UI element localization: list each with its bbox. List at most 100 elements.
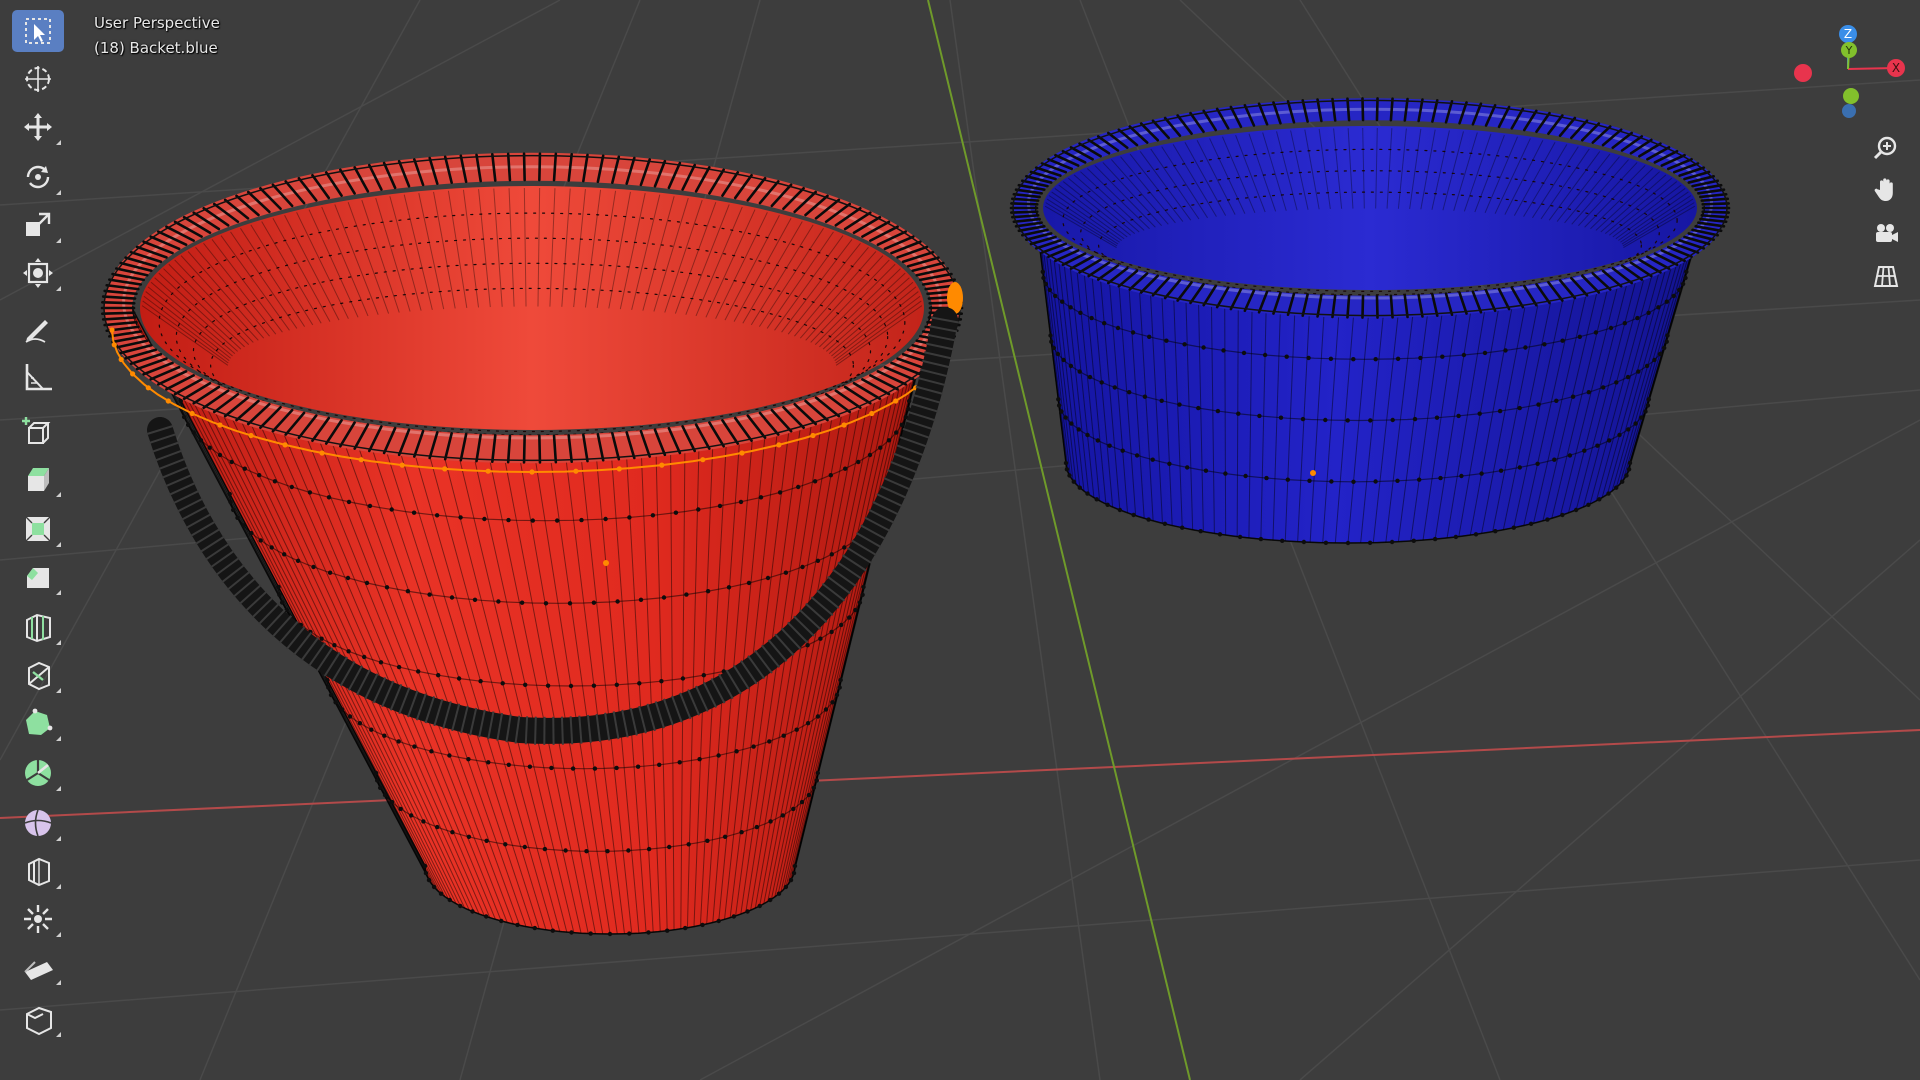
vertex-dot bbox=[1614, 485, 1619, 490]
measure-tool-button[interactable] bbox=[12, 356, 64, 398]
vertex-dot bbox=[347, 714, 353, 719]
select-box-tool-button[interactable] bbox=[12, 10, 64, 52]
vertex-dot bbox=[1087, 374, 1093, 380]
vertex-dot bbox=[1652, 357, 1657, 363]
vertex-dot bbox=[726, 585, 732, 590]
navigation-gizmo[interactable]: Z X Y bbox=[1776, 16, 1906, 126]
view-name: User Perspective bbox=[94, 14, 220, 32]
vertex-dot bbox=[1345, 540, 1351, 546]
z-axis-label: Z bbox=[1844, 27, 1852, 41]
scene-canvas[interactable] bbox=[0, 0, 1920, 1080]
camera-view-button[interactable] bbox=[1866, 213, 1906, 253]
poly-build-tool-button[interactable] bbox=[12, 702, 64, 744]
3d-viewport[interactable]: User Perspective (18) Backet.blue Z X Y bbox=[0, 0, 1920, 1080]
vertex-dot bbox=[635, 764, 641, 769]
blue-bucket-mesh[interactable] bbox=[1009, 97, 1731, 546]
handle-segment bbox=[524, 716, 529, 745]
ortho-toggle-button[interactable] bbox=[1866, 256, 1906, 296]
vertex-dot bbox=[839, 622, 844, 628]
vertex-dot bbox=[1438, 475, 1443, 481]
cursor-tool-button[interactable] bbox=[12, 58, 64, 100]
vertex-dot bbox=[607, 931, 613, 937]
vertex-dot bbox=[1528, 521, 1534, 526]
vertex-dot bbox=[550, 928, 555, 933]
vertex-dot bbox=[856, 459, 861, 465]
vertex-dot bbox=[282, 552, 287, 557]
vertex-dot bbox=[1182, 342, 1187, 347]
vertex-dot bbox=[1614, 380, 1619, 385]
selected-vertex bbox=[485, 468, 491, 474]
vertex-dot bbox=[857, 600, 863, 605]
vertex-dot bbox=[1280, 538, 1285, 543]
vertex-dot bbox=[1636, 369, 1641, 374]
scale-tool-button[interactable] bbox=[12, 204, 64, 246]
vertex-dot bbox=[449, 595, 455, 600]
selected-vertex bbox=[319, 450, 325, 456]
extrude-region-tool-button[interactable] bbox=[12, 458, 64, 500]
vertex-dot bbox=[1041, 275, 1046, 281]
vertex-dot bbox=[276, 584, 281, 590]
vertex-dot bbox=[899, 422, 905, 427]
rim-segment-edge bbox=[538, 434, 542, 464]
bevel-tool-button[interactable] bbox=[12, 556, 64, 598]
smooth-tool-button[interactable] bbox=[12, 802, 64, 844]
vertex-dot bbox=[503, 842, 508, 847]
rim-segment-edge bbox=[100, 311, 136, 316]
vertex-dot bbox=[1418, 355, 1423, 361]
spin-tool-button[interactable] bbox=[12, 752, 64, 794]
vertex-dot bbox=[1162, 521, 1168, 526]
vertex-dot bbox=[860, 592, 865, 597]
edge-slide-tool-button[interactable] bbox=[12, 850, 64, 892]
tool-variants-indicator bbox=[56, 688, 61, 693]
rotate-tool-button[interactable] bbox=[12, 156, 64, 198]
vertex-dot bbox=[543, 601, 549, 606]
annotate-tool-button[interactable] bbox=[12, 308, 64, 350]
vertex-dot bbox=[549, 765, 554, 771]
vertex-dot bbox=[1323, 417, 1328, 423]
red-bucket-mesh[interactable] bbox=[100, 152, 964, 937]
rip-region-tool-button[interactable] bbox=[12, 998, 64, 1040]
vertex-dot bbox=[530, 518, 535, 523]
vertex-dot bbox=[1656, 305, 1661, 310]
vertex-dot bbox=[332, 643, 337, 648]
vertex-dot bbox=[412, 744, 417, 749]
tool-variants-indicator bbox=[56, 238, 61, 243]
knife-tool-button[interactable] bbox=[12, 654, 64, 696]
vertex-dot bbox=[1134, 453, 1140, 458]
loop-cut-tool-button[interactable] bbox=[12, 606, 64, 648]
vertex-dot bbox=[800, 564, 805, 570]
vertex-dot bbox=[506, 517, 511, 523]
vertex-dot bbox=[496, 599, 501, 604]
scale-icon bbox=[26, 212, 51, 236]
vertex-dot bbox=[277, 592, 282, 597]
pan-hand-icon bbox=[1874, 178, 1893, 201]
zoom-button[interactable] bbox=[1866, 128, 1906, 168]
vertex-dot bbox=[1417, 477, 1422, 482]
tool-variants-indicator bbox=[56, 1032, 61, 1037]
pan-button[interactable] bbox=[1866, 170, 1906, 210]
vertex-dot bbox=[242, 466, 247, 471]
vertex-dot bbox=[842, 545, 847, 550]
inset-faces-tool-button[interactable] bbox=[12, 508, 64, 550]
vertex-dot bbox=[1434, 415, 1440, 420]
move-tool-button[interactable] bbox=[12, 106, 64, 148]
vertex-dot bbox=[191, 430, 196, 435]
vertex-dot bbox=[447, 753, 452, 758]
vertex-dot bbox=[705, 838, 710, 843]
x-axis-line bbox=[0, 729, 1920, 819]
shear-tool-button[interactable] bbox=[12, 946, 64, 988]
vertex-dot bbox=[667, 844, 672, 850]
vertex-dot bbox=[765, 575, 771, 581]
selected-vertex bbox=[573, 468, 579, 474]
shrink-fatten-tool-button[interactable] bbox=[12, 898, 64, 940]
transform-tool-button[interactable] bbox=[12, 252, 64, 294]
vertex-dot bbox=[1215, 408, 1221, 414]
vertex-dot bbox=[1241, 350, 1247, 356]
vertex-dot bbox=[382, 792, 388, 798]
vertex-dot bbox=[683, 925, 688, 931]
add-cube-tool-button[interactable] bbox=[12, 410, 64, 452]
vertex-dot bbox=[1063, 415, 1068, 420]
vertex-dot bbox=[1395, 478, 1400, 483]
vertex-dot bbox=[1432, 536, 1438, 542]
vertex-dot bbox=[734, 749, 739, 754]
